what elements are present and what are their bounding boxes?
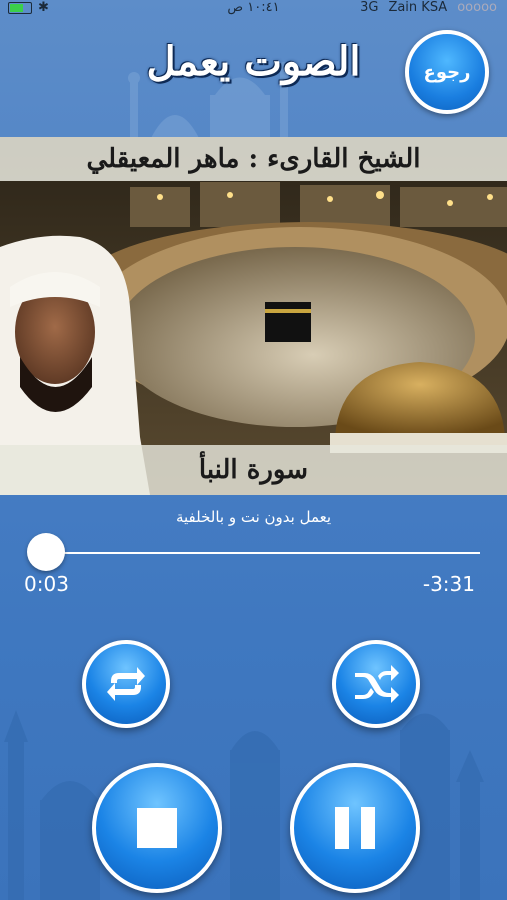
offline-caption: يعمل بدون نت و بالخلفية: [175, 508, 332, 526]
surah-name: سورة النبأ: [0, 445, 507, 495]
stop-button[interactable]: [92, 763, 222, 893]
status-left: ✱: [8, 0, 49, 16]
stop-icon: [137, 808, 177, 848]
back-button[interactable]: رجوع: [405, 30, 489, 114]
status-time: ١٠:٤١ ص: [227, 0, 280, 15]
signal-strength: ooooo: [457, 0, 497, 15]
bluetooth-icon: ✱: [38, 0, 49, 15]
shuffle-icon: [355, 665, 399, 703]
remaining-time: -3:31: [422, 572, 475, 596]
carrier-name: Zain KSA: [388, 0, 448, 15]
pause-button[interactable]: [290, 763, 420, 893]
header: الصوت يعمل رجوع: [0, 16, 507, 134]
repeat-icon: [107, 667, 145, 701]
progress-thumb[interactable]: [27, 533, 66, 571]
elapsed-time: 0:03: [24, 572, 69, 596]
network-type: 3G: [360, 0, 379, 15]
reciter-name: الشيخ القارىء : ماهر المعيقلي: [0, 137, 507, 181]
repeat-button[interactable]: [82, 640, 170, 728]
pause-icon: [335, 807, 375, 849]
shuffle-button[interactable]: [332, 640, 420, 728]
battery-icon: [8, 2, 32, 14]
progress-track[interactable]: [40, 552, 480, 554]
status-bar: ✱ ١٠:٤١ ص 3G Zain KSA ooooo: [0, 0, 507, 16]
reciter-banner: الشيخ القارىء : ماهر المعيقلي سورة النبأ: [0, 137, 507, 495]
kaaba-scene-image: [0, 137, 507, 495]
footer-mosque-silhouette: [4, 710, 484, 900]
status-right: 3G Zain KSA ooooo: [360, 0, 497, 16]
